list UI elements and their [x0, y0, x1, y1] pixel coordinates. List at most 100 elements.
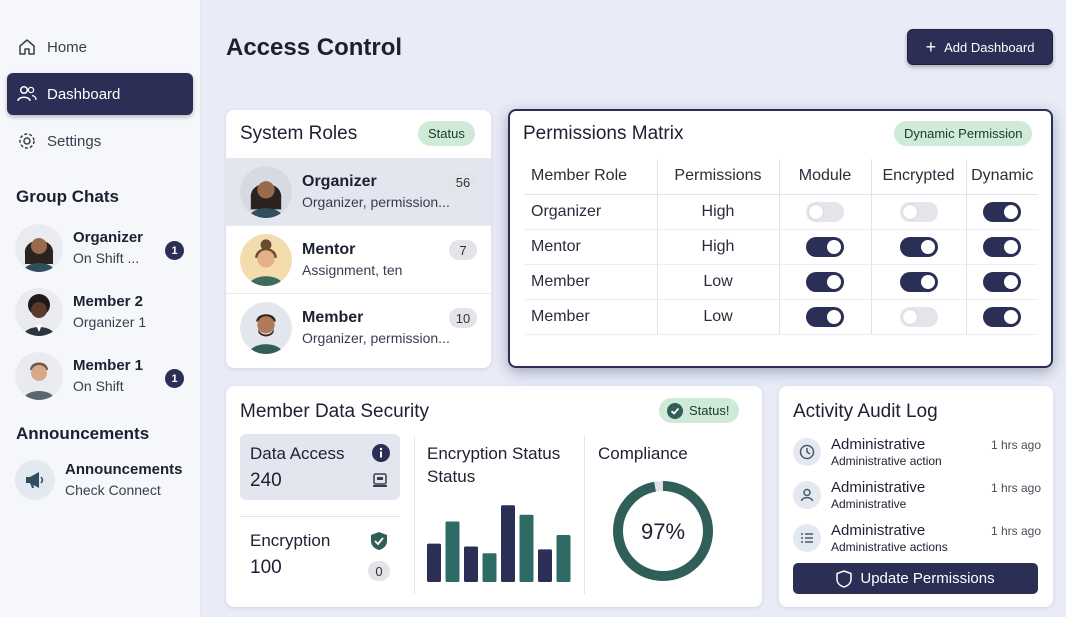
compliance-value: 97%	[641, 519, 685, 544]
status-pill: Status!	[659, 398, 740, 423]
dynamic-toggle[interactable]	[983, 201, 1022, 222]
encryption-status-bar	[464, 546, 478, 582]
avatar	[15, 352, 63, 400]
users-icon	[17, 84, 37, 104]
dynamic-toggle[interactable]	[983, 271, 1022, 292]
table-row: Member Low	[524, 264, 1038, 300]
nav-dashboard[interactable]: Dashboard	[7, 73, 193, 115]
module-cell	[778, 264, 871, 300]
nav-settings[interactable]: Settings	[7, 120, 193, 162]
role-name: Mentor	[302, 240, 356, 258]
group-chats-heading: Group Chats	[16, 187, 119, 206]
encryption-status-bar	[519, 514, 534, 582]
chat-item-member-2[interactable]: Member 2 Organizer 1	[15, 287, 190, 337]
encrypted-toggle[interactable]	[899, 236, 938, 257]
encryption-status-bar	[538, 549, 552, 582]
dynamic-cell	[965, 264, 1038, 300]
member-data-security-card: Member Data Security Status! Data Access…	[226, 386, 762, 607]
table-row: Member Low	[524, 299, 1038, 335]
column-header: Permissions	[656, 159, 779, 195]
plus-icon: +	[925, 37, 937, 57]
avatar	[240, 301, 292, 354]
megaphone-icon	[15, 460, 55, 500]
log-subtitle: Administrative action	[831, 454, 942, 468]
user-icon	[793, 481, 821, 509]
permission-level-cell: High	[656, 229, 779, 265]
compliance-title: Compliance	[598, 444, 688, 463]
divider	[240, 516, 400, 517]
dynamic-cell	[965, 299, 1038, 335]
role-name: Organizer	[302, 172, 377, 190]
chat-status: On Shift ...	[73, 249, 140, 266]
column-header: Member Role	[524, 159, 657, 195]
module-cell	[778, 229, 871, 265]
home-icon	[17, 37, 37, 57]
log-entry[interactable]: Administrative Administrative action 1 h…	[793, 436, 1041, 476]
encryption-status-bar	[427, 543, 441, 582]
unread-badge: 1	[165, 241, 184, 260]
encryption-stat[interactable]: Encryption 100 0	[240, 521, 400, 587]
role-description: Assignment, ten	[302, 261, 403, 278]
module-cell	[778, 194, 871, 230]
role-cell: Member	[524, 264, 657, 300]
encrypted-cell	[870, 229, 966, 265]
encryption-badge: 0	[368, 561, 390, 581]
encryption-status-bar	[501, 505, 515, 582]
announcements-heading: Announcements	[16, 424, 150, 443]
dynamic-toggle[interactable]	[983, 306, 1022, 327]
encryption-status-bar-chart	[427, 505, 571, 582]
log-title: Administrative	[831, 436, 926, 453]
status-pill-label: Status!	[689, 403, 730, 418]
log-time: 1 hrs ago	[990, 438, 1041, 452]
module-toggle[interactable]	[806, 271, 844, 292]
encryption-status-bar	[556, 534, 571, 582]
module-toggle[interactable]	[806, 201, 844, 222]
page-title: Access Control	[226, 34, 403, 61]
info-icon	[372, 444, 390, 467]
log-entry[interactable]: Administrative Administrative actions 1 …	[793, 522, 1041, 562]
dynamic-toggle[interactable]	[983, 236, 1022, 257]
unread-badge: 1	[165, 369, 184, 388]
encrypted-toggle[interactable]	[899, 201, 938, 222]
chat-status: Organizer 1	[73, 313, 147, 330]
role-item-member[interactable]: Member Organizer, permission... 10	[226, 294, 491, 361]
chat-name: Organizer	[73, 229, 144, 247]
avatar	[15, 288, 63, 336]
avatar	[15, 224, 63, 272]
nav-home[interactable]: Home	[7, 26, 193, 68]
gear-icon	[17, 131, 37, 151]
encrypted-toggle[interactable]	[899, 306, 938, 327]
encrypted-cell	[870, 264, 966, 300]
announcement-subtitle: Check Connect	[65, 481, 161, 498]
encrypted-toggle[interactable]	[899, 271, 938, 292]
data-access-stat[interactable]: Data Access 240	[240, 434, 400, 500]
dynamic-permission-pill: Dynamic Permission	[894, 121, 1033, 146]
module-cell	[778, 299, 871, 335]
data-security-title: Member Data Security	[240, 401, 430, 422]
avatar	[240, 233, 292, 286]
chat-name: Member 2	[73, 293, 144, 311]
data-access-label: Data Access	[250, 444, 345, 463]
permissions-table: Member Role Permissions Module Encrypted…	[524, 159, 1038, 335]
role-count: 10	[449, 308, 477, 328]
shield-check-icon	[370, 531, 388, 556]
audit-log-title: Activity Audit Log	[793, 401, 938, 422]
chat-item-organizer[interactable]: Organizer On Shift ... 1	[15, 223, 190, 273]
log-entry[interactable]: Administrative Administrative 1 hrs ago	[793, 479, 1041, 519]
role-item-mentor[interactable]: Mentor Assignment, ten 7	[226, 226, 491, 293]
activity-audit-log-card: Activity Audit Log Administrative Admini…	[779, 386, 1053, 607]
add-dashboard-button[interactable]: + Add Dashboard	[907, 29, 1053, 65]
update-permissions-button[interactable]: Update Permissions	[793, 563, 1038, 594]
column-header: Module	[778, 159, 871, 195]
announcement-title: Announcements	[65, 461, 183, 479]
sidebar: Home Dashboard Settings Group Chats Orga…	[0, 0, 201, 617]
chat-item-member-1[interactable]: Member 1 On Shift 1	[15, 351, 190, 401]
module-toggle[interactable]	[806, 236, 844, 257]
divider	[584, 436, 585, 594]
announcement-item[interactable]: Announcements Check Connect	[15, 455, 190, 505]
module-toggle[interactable]	[806, 306, 844, 327]
role-count: 56	[449, 172, 477, 192]
role-item-organizer[interactable]: Organizer Organizer, permission... 56	[226, 158, 491, 225]
table-header-row: Member Role Permissions Module Encrypted…	[524, 159, 1038, 195]
permission-level-cell: High	[656, 194, 779, 230]
